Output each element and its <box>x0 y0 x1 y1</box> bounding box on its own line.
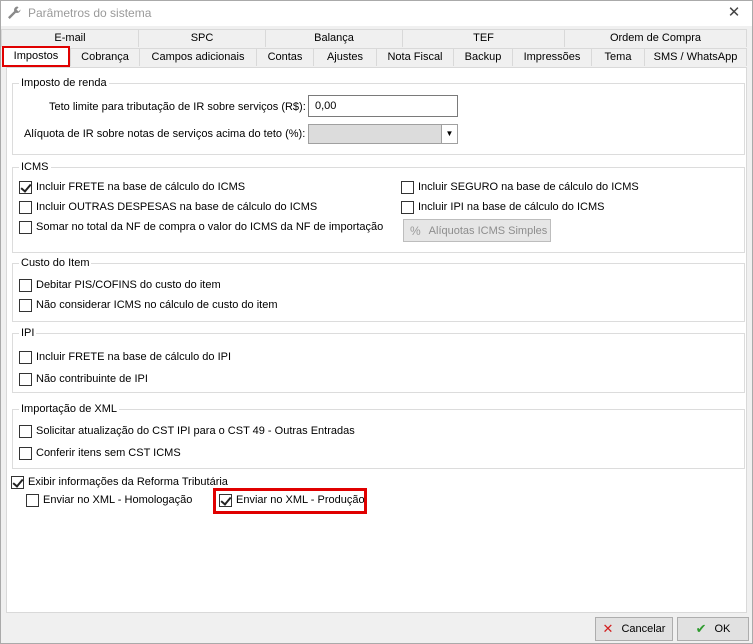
close-button[interactable]: ✕ <box>722 3 746 23</box>
teto-label: Teto limite para tributação de IR sobre … <box>49 101 306 113</box>
checkbox-nao-considerar-icms-box[interactable] <box>19 298 32 312</box>
group-importacao-xml: Importação de XML Solicitar atualização … <box>12 403 745 469</box>
checkbox-conferir-itens-cst-box[interactable] <box>19 446 32 460</box>
group-imposto-renda: Imposto de renda Teto limite para tribut… <box>12 77 745 155</box>
checkbox-solicitar-atualizacao-cst-label: Solicitar atualização do CST IPI para o … <box>36 425 355 437</box>
chevron-down-icon[interactable]: ▼ <box>441 125 457 143</box>
checkbox-exibir-reforma-label: Exibir informações da Reforma Tributária <box>28 476 228 488</box>
aliquota-select[interactable]: ▼ <box>308 124 458 144</box>
checkbox-exibir-reforma-box[interactable] <box>11 475 24 489</box>
settings-window: Parâmetros do sistema ✕ E-mail SPC Balan… <box>0 0 753 644</box>
wrench-icon <box>8 6 21 19</box>
checkbox-conferir-itens-cst[interactable]: Conferir itens sem CST ICMS <box>19 445 181 461</box>
checkbox-nao-considerar-icms-label: Não considerar ICMS no cálculo de custo … <box>36 299 278 311</box>
tab-campos-adicionais[interactable]: Campos adicionais <box>139 48 257 66</box>
checkbox-icms-frete-box[interactable] <box>19 180 32 194</box>
group-title-imposto-renda: Imposto de renda <box>19 77 109 90</box>
group-custo-item: Custo do Item Debitar PIS/COFINS do cust… <box>12 257 745 322</box>
check-icon: ✔ <box>695 621 707 636</box>
checkbox-icms-importacao-label: Somar no total da NF de compra o valor d… <box>36 221 384 233</box>
tab-tef[interactable]: TEF <box>402 29 565 47</box>
teto-input[interactable] <box>308 95 458 117</box>
aliquotas-icms-simples-label: Alíquotas ICMS Simples <box>428 224 548 237</box>
cancel-button[interactable]: ✕ Cancelar <box>595 617 673 641</box>
cancel-button-label: Cancelar <box>621 623 666 635</box>
checkbox-xml-homologacao[interactable]: Enviar no XML - Homologação <box>26 492 192 508</box>
tab-row-bottom: Impostos Cobrança Campos adicionais Cont… <box>1 46 753 67</box>
aliquota-label: Alíquota de IR sobre notas de serviços a… <box>24 128 306 140</box>
group-title-custo-item: Custo do Item <box>19 257 92 270</box>
checkbox-icms-outras-despesas[interactable]: Incluir OUTRAS DESPESAS na base de cálcu… <box>19 199 317 215</box>
title-bar: Parâmetros do sistema ✕ <box>1 1 752 26</box>
checkbox-icms-frete-label: Incluir FRETE na base de cálculo do ICMS <box>36 181 246 193</box>
tab-nota-fiscal[interactable]: Nota Fiscal <box>376 48 454 66</box>
checkbox-xml-producao-box[interactable] <box>219 493 232 507</box>
checkbox-icms-ipi-box[interactable] <box>401 200 414 214</box>
tab-spc[interactable]: SPC <box>138 29 266 47</box>
checkbox-debitar-pis-cofins[interactable]: Debitar PIS/COFINS do custo do item <box>19 277 221 293</box>
percent-icon: % <box>410 223 421 238</box>
window-title: Parâmetros do sistema <box>28 6 152 20</box>
tab-impressoes[interactable]: Impressões <box>512 48 592 66</box>
checkbox-xml-producao-label: Enviar no XML - Produção <box>236 494 365 506</box>
tab-impostos[interactable]: Impostos <box>2 46 70 67</box>
tab-balanca[interactable]: Balança <box>265 29 403 47</box>
tab-sms-whatsapp[interactable]: SMS / WhatsApp <box>644 48 747 66</box>
checkbox-nao-considerar-icms[interactable]: Não considerar ICMS no cálculo de custo … <box>19 297 278 313</box>
checkbox-nao-contribuinte-ipi[interactable]: Não contribuinte de IPI <box>19 371 148 387</box>
checkbox-icms-seguro-box[interactable] <box>401 180 414 194</box>
tab-email[interactable]: E-mail <box>1 29 139 47</box>
checkbox-nao-contribuinte-ipi-label: Não contribuinte de IPI <box>36 373 148 385</box>
checkbox-solicitar-atualizacao-cst-box[interactable] <box>19 424 32 438</box>
checkbox-icms-seguro[interactable]: Incluir SEGURO na base de cálculo do ICM… <box>401 179 639 195</box>
group-title-importacao-xml: Importação de XML <box>19 403 119 416</box>
tab-contas[interactable]: Contas <box>256 48 314 66</box>
tab-row-top: E-mail SPC Balança TEF Ordem de Compra <box>1 29 753 47</box>
ok-button[interactable]: ✔ OK <box>677 617 749 641</box>
tab-backup[interactable]: Backup <box>453 48 513 66</box>
checkbox-conferir-itens-cst-label: Conferir itens sem CST ICMS <box>36 447 181 459</box>
checkbox-ipi-frete-box[interactable] <box>19 350 32 364</box>
checkbox-debitar-pis-cofins-box[interactable] <box>19 278 32 292</box>
tab-tema[interactable]: Tema <box>591 48 645 66</box>
checkbox-xml-homologacao-box[interactable] <box>26 493 39 507</box>
checkbox-icms-seguro-label: Incluir SEGURO na base de cálculo do ICM… <box>418 181 639 193</box>
close-icon: ✕ <box>602 621 614 636</box>
checkbox-icms-importacao[interactable]: Somar no total da NF de compra o valor d… <box>19 219 383 235</box>
tab-cobranca[interactable]: Cobrança <box>70 48 140 66</box>
checkbox-nao-contribuinte-ipi-box[interactable] <box>19 372 32 386</box>
group-ipi: IPI Incluir FRETE na base de cálculo do … <box>12 327 745 393</box>
checkbox-xml-producao[interactable]: Enviar no XML - Produção <box>219 492 365 508</box>
checkbox-icms-importacao-box[interactable] <box>19 220 32 234</box>
impostos-panel: Imposto de renda Teto limite para tribut… <box>6 67 747 613</box>
tab-ajustes[interactable]: Ajustes <box>313 48 377 66</box>
checkbox-debitar-pis-cofins-label: Debitar PIS/COFINS do custo do item <box>36 279 221 291</box>
checkbox-icms-frete[interactable]: Incluir FRETE na base de cálculo do ICMS <box>19 179 245 195</box>
ok-button-label: OK <box>714 623 731 635</box>
checkbox-icms-ipi[interactable]: Incluir IPI na base de cálculo do ICMS <box>401 199 604 215</box>
group-title-ipi: IPI <box>19 327 37 340</box>
checkbox-exibir-reforma[interactable]: Exibir informações da Reforma Tributária <box>11 474 228 490</box>
checkbox-ipi-frete[interactable]: Incluir FRETE na base de cálculo do IPI <box>19 349 231 365</box>
checkbox-icms-outras-despesas-label: Incluir OUTRAS DESPESAS na base de cálcu… <box>36 201 318 213</box>
checkbox-solicitar-atualizacao-cst[interactable]: Solicitar atualização do CST IPI para o … <box>19 423 355 439</box>
tab-ordem-de-compra[interactable]: Ordem de Compra <box>564 29 747 47</box>
aliquotas-icms-simples-button[interactable]: % Alíquotas ICMS Simples <box>403 219 551 242</box>
checkbox-icms-ipi-label: Incluir IPI na base de cálculo do ICMS <box>418 201 605 213</box>
checkbox-icms-outras-despesas-box[interactable] <box>19 200 32 214</box>
group-icms: ICMS Incluir FRETE na base de cálculo do… <box>12 161 745 253</box>
checkbox-xml-homologacao-label: Enviar no XML - Homologação <box>43 494 193 506</box>
checkbox-ipi-frete-label: Incluir FRETE na base de cálculo do IPI <box>36 351 232 363</box>
group-title-icms: ICMS <box>19 161 51 174</box>
